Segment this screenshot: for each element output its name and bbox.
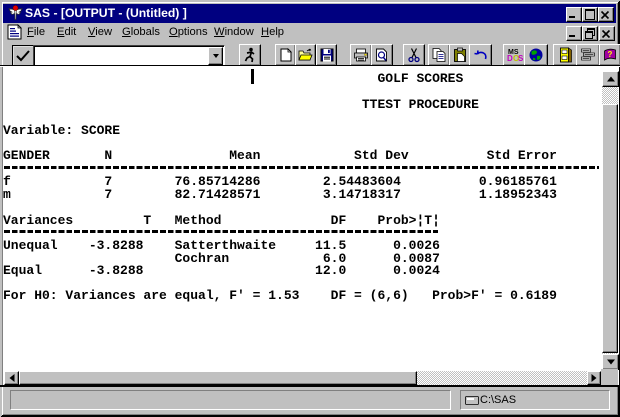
svg-text:?: ? (608, 50, 613, 59)
svg-text:S: S (518, 54, 523, 62)
